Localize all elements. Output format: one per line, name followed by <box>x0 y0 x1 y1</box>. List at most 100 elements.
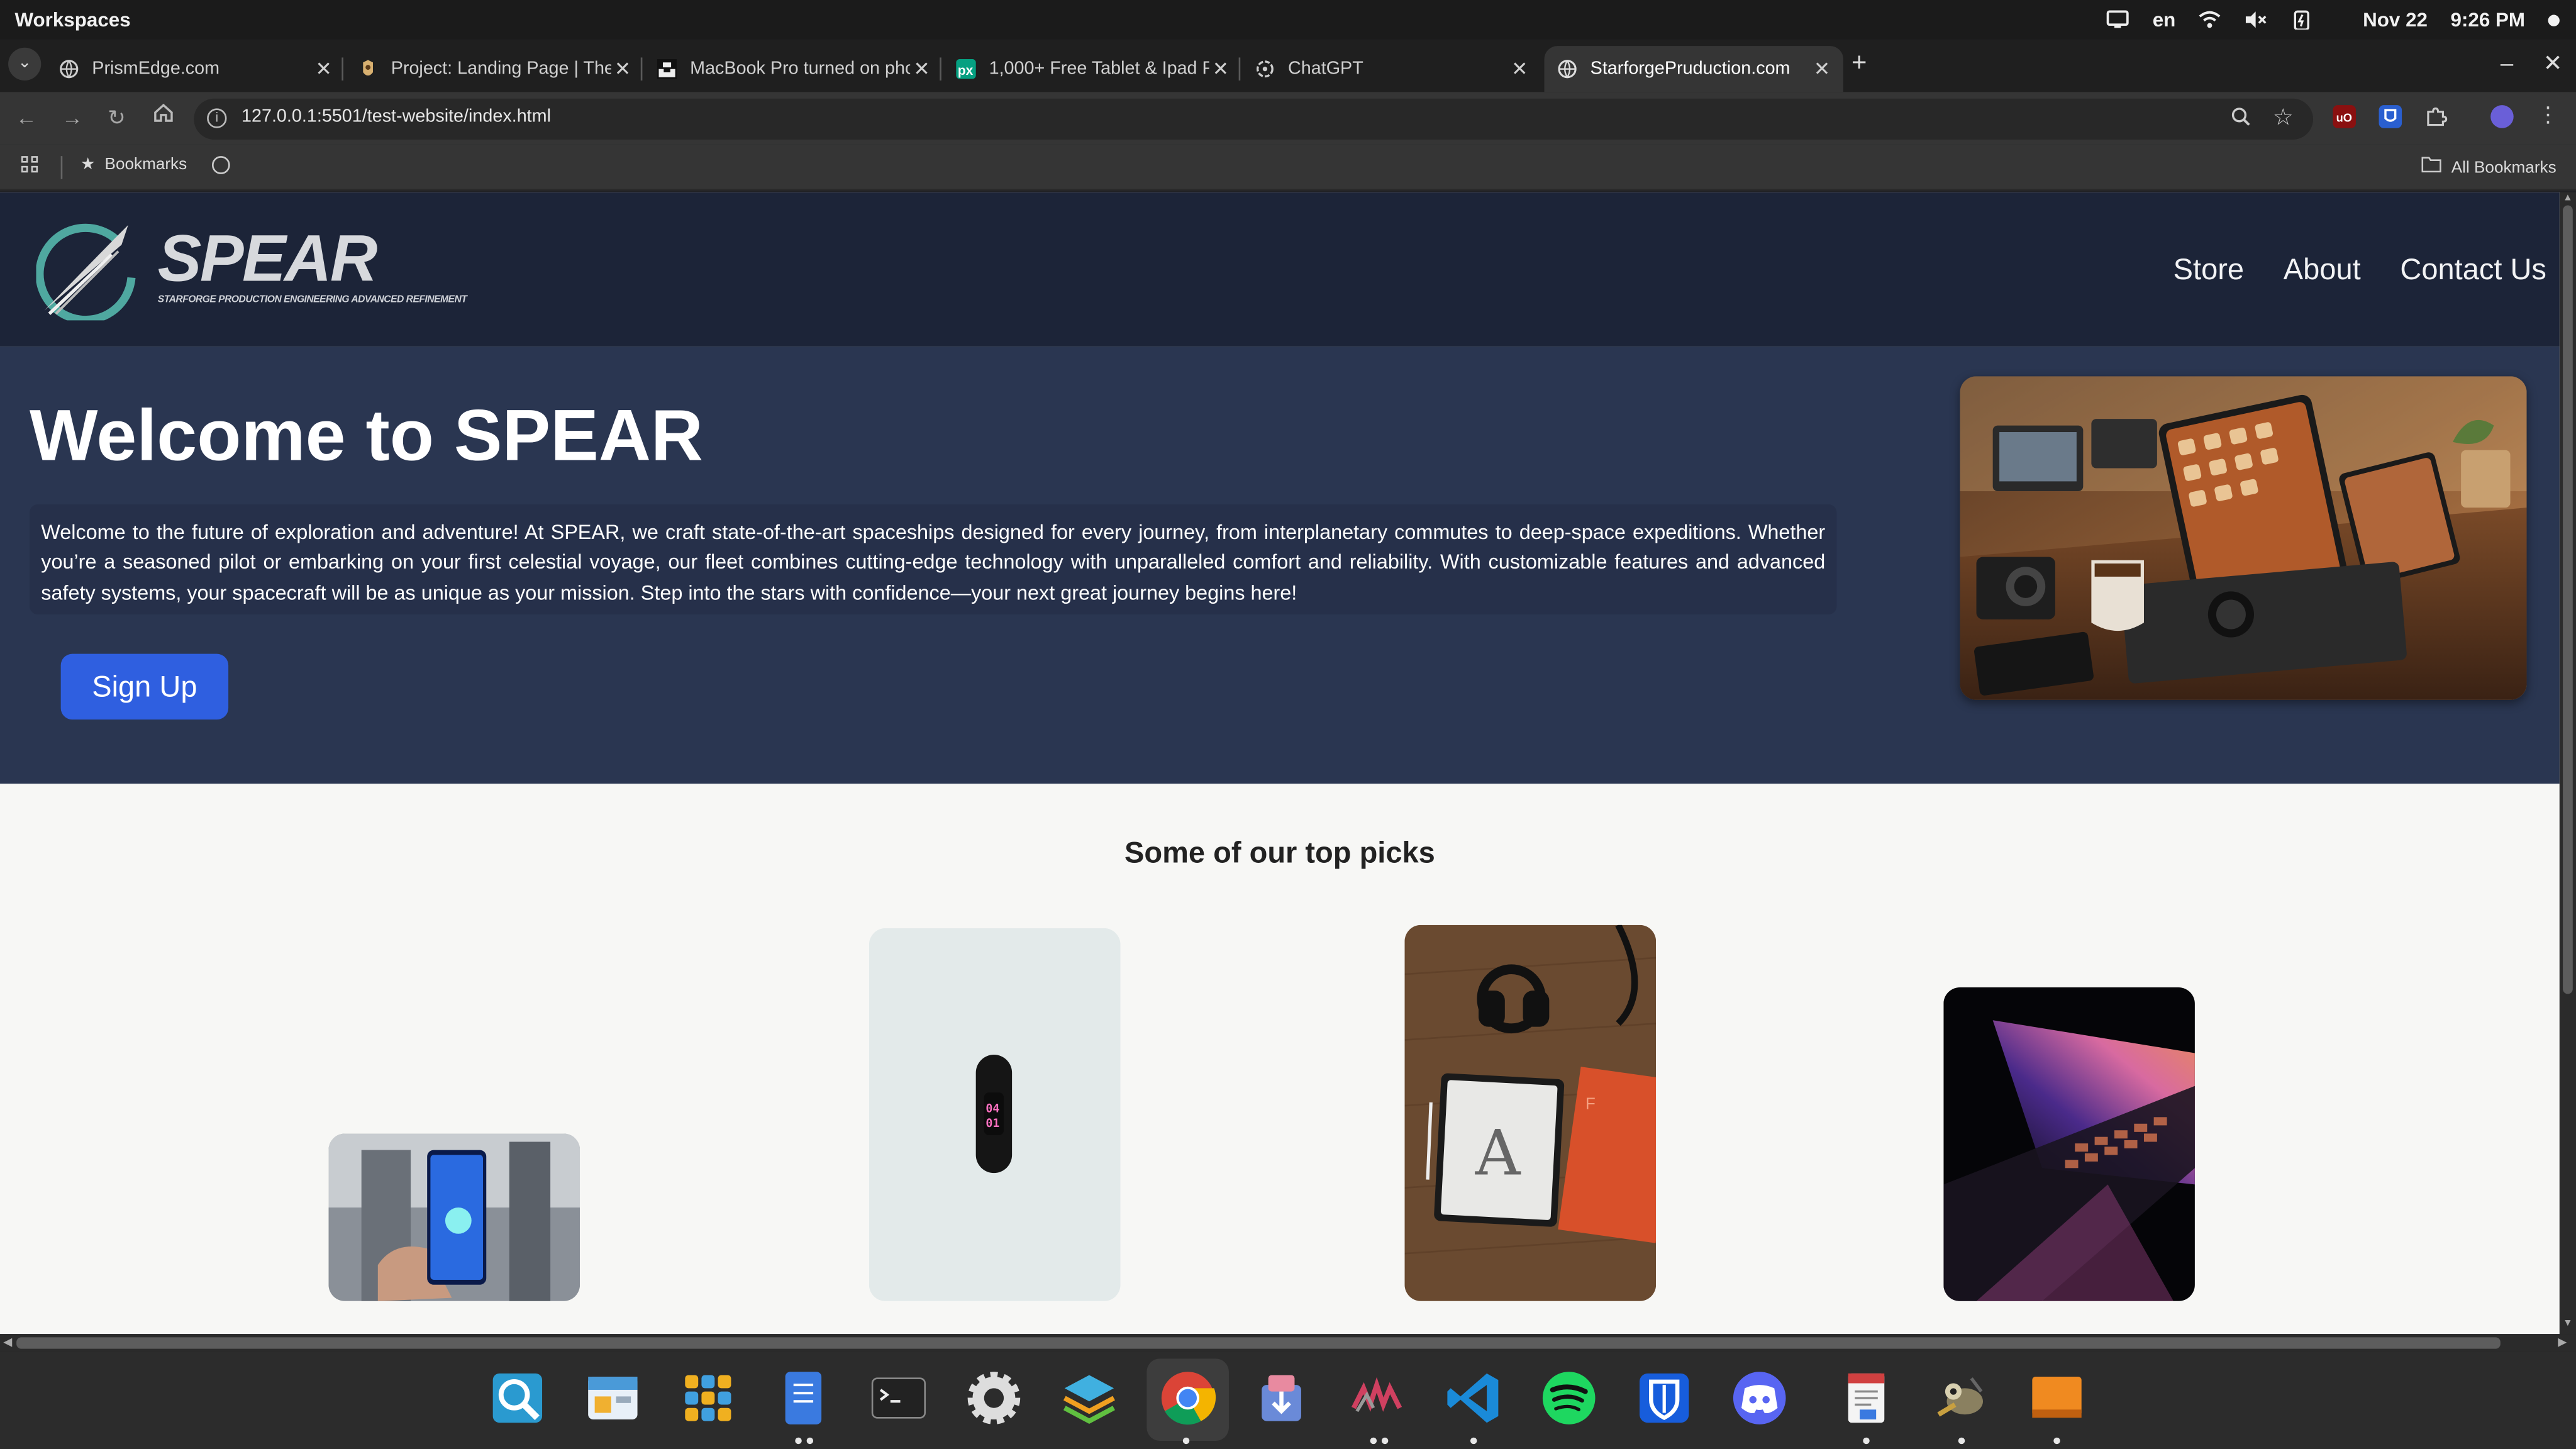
text-editor-icon[interactable] <box>774 1368 833 1428</box>
discord-icon[interactable] <box>1730 1368 1789 1428</box>
pick-card-fitness-band[interactable]: 04 01 <box>869 928 1121 1301</box>
tab-title: ChatGPT <box>1288 59 1363 79</box>
search-app-icon[interactable] <box>488 1368 547 1428</box>
tab-chatgpt[interactable]: ChatGPT ✕ <box>1255 46 1531 92</box>
vertical-scroll-thumb[interactable] <box>2563 205 2573 994</box>
close-tab-icon[interactable]: ✕ <box>1811 57 1834 80</box>
document-viewer-icon[interactable] <box>1836 1368 1896 1428</box>
svg-text:A: A <box>1475 1118 1521 1190</box>
close-tab-icon[interactable]: ✕ <box>312 57 335 80</box>
tab-search-chevron-icon[interactable]: ⌄ <box>8 47 42 80</box>
globe-bookmark-icon[interactable] <box>211 156 230 174</box>
vertical-scrollbar[interactable]: ▲ ▼ <box>2559 192 2576 1335</box>
address-bar-url[interactable]: 127.0.0.1:5501/test-website/index.html <box>242 107 551 126</box>
nav-link-about[interactable]: About <box>2284 253 2361 287</box>
app-grid-icon[interactable] <box>679 1368 738 1428</box>
spotify-icon[interactable] <box>1540 1368 1599 1428</box>
tab-odin-project[interactable]: Project: Landing Page | The ✕ <box>358 46 634 92</box>
tab-prismedge[interactable]: PrismEdge.com ✕ <box>59 46 335 92</box>
bitwarden-icon[interactable] <box>1635 1368 1694 1428</box>
system-tray: en Nov 22 9:26 PM <box>2107 0 2560 40</box>
tab-starforge[interactable]: StarforgePruduction.com ✕ <box>1544 46 1843 92</box>
workspaces-button[interactable]: Workspaces <box>15 8 131 31</box>
layers-app-icon[interactable] <box>1060 1368 1119 1428</box>
files-app-icon[interactable] <box>583 1368 642 1428</box>
scroll-left-arrow-icon[interactable]: ◀ <box>3 1336 12 1348</box>
spear-emblem-icon <box>36 223 136 321</box>
folder-icon <box>2422 157 2446 177</box>
pick-card-laptop[interactable] <box>1943 987 2195 1301</box>
back-arrow-icon[interactable]: ← <box>13 105 40 130</box>
globe-icon <box>1557 59 1577 79</box>
pexels-icon: px <box>956 59 976 79</box>
scroll-up-arrow-icon[interactable]: ▲ <box>2561 194 2574 204</box>
minimize-window-icon[interactable]: – <box>2501 49 2513 75</box>
odin-project-icon <box>358 59 377 79</box>
ublock-extension-icon[interactable]: uO <box>2333 105 2356 128</box>
sign-up-button[interactable]: Sign Up <box>60 653 229 720</box>
clock-date[interactable]: Nov 22 <box>2363 8 2428 31</box>
settings-gear-icon[interactable] <box>964 1368 1023 1428</box>
scroll-down-arrow-icon[interactable]: ▼ <box>2561 1319 2574 1330</box>
clock-time[interactable]: 9:26 PM <box>2451 8 2525 31</box>
tab-title: PrismEdge.com <box>92 59 220 79</box>
pick-card-tablet[interactable]: A F <box>1404 924 1657 1301</box>
bookmarks-divider <box>60 156 63 179</box>
home-icon[interactable] <box>150 102 176 128</box>
apps-grid-icon[interactable] <box>21 156 41 175</box>
close-tab-icon[interactable]: ✕ <box>910 57 933 80</box>
spear-logo[interactable]: SPEAR STARFORGE PRODUCTION ENGINEERING A… <box>36 218 467 321</box>
vscode-icon[interactable] <box>1444 1368 1503 1428</box>
close-window-icon[interactable]: ✕ <box>2543 49 2563 77</box>
volume-muted-icon[interactable] <box>2245 10 2268 30</box>
terminal-icon[interactable] <box>869 1368 928 1428</box>
horizontal-scroll-thumb[interactable] <box>16 1337 2501 1349</box>
zoom-icon[interactable] <box>2231 107 2250 131</box>
reload-icon[interactable]: ↻ <box>104 105 130 131</box>
profile-avatar[interactable] <box>2490 105 2514 128</box>
site-info-icon[interactable]: i <box>207 108 227 128</box>
svg-text:F: F <box>1585 1094 1596 1113</box>
bookmark-star-icon[interactable]: ☆ <box>2273 104 2294 131</box>
battery-charging-icon[interactable] <box>2290 10 2314 31</box>
running-indicator-dot <box>1863 1437 1870 1445</box>
new-tab-plus-icon[interactable]: + <box>1852 49 1867 79</box>
audio-app-icon[interactable] <box>1347 1368 1406 1428</box>
scroll-right-arrow-icon[interactable]: ▶ <box>2558 1336 2567 1348</box>
gimp-icon[interactable] <box>1932 1368 1991 1428</box>
wifi-icon[interactable] <box>2199 10 2222 30</box>
pick-card-phone[interactable] <box>328 1133 580 1301</box>
hero-description: Welcome to the future of exploration and… <box>30 504 1837 614</box>
close-tab-icon[interactable]: ✕ <box>1508 57 1531 80</box>
keyboard-language-indicator[interactable]: en <box>2153 8 2176 31</box>
running-indicator-dot <box>1381 1437 1389 1445</box>
svg-text:04: 04 <box>985 1102 999 1115</box>
close-tab-icon[interactable]: ✕ <box>1209 57 1233 80</box>
running-indicator-dot <box>2053 1437 2060 1445</box>
bookmarks-folder[interactable]: ★ Bookmarks <box>80 156 187 174</box>
screen-share-icon[interactable] <box>2107 10 2130 30</box>
tab-divider <box>940 57 941 80</box>
bitwarden-extension-icon[interactable] <box>2379 105 2402 128</box>
address-bar[interactable]: i 127.0.0.1:5501/test-website/index.html… <box>194 98 2314 140</box>
desktop: Workspaces en Nov 22 9:26 PM ⌄ PrismEdge… <box>0 0 2576 1449</box>
nav-link-store[interactable]: Store <box>2174 253 2244 287</box>
chrome-menu-icon[interactable]: ⋮ <box>2535 102 2562 128</box>
all-bookmarks-button[interactable]: All Bookmarks <box>2422 156 2557 177</box>
extensions-puzzle-icon[interactable] <box>2425 105 2448 128</box>
running-indicator-dot <box>1958 1437 1965 1445</box>
nav-link-contact[interactable]: Contact Us <box>2400 253 2546 287</box>
tab-title: StarforgePruduction.com <box>1590 59 1790 79</box>
horizontal-scrollbar[interactable]: ◀ ▶ <box>0 1334 2576 1352</box>
tab-unsplash[interactable]: MacBook Pro turned on pho ✕ <box>657 46 933 92</box>
forward-arrow-icon[interactable]: → <box>59 105 86 130</box>
close-tab-icon[interactable]: ✕ <box>611 57 635 80</box>
slides-app-icon[interactable] <box>2028 1368 2087 1428</box>
software-installer-icon[interactable] <box>1252 1368 1311 1428</box>
chrome-icon[interactable] <box>1158 1368 1218 1428</box>
tab-pexels[interactable]: px 1,000+ Free Tablet & Ipad Ph ✕ <box>956 46 1232 92</box>
bookmarks-label: Bookmarks <box>104 156 187 174</box>
browser-tab-strip: ⌄ PrismEdge.com ✕ Project: Landing Page … <box>0 39 2576 92</box>
tab-title: MacBook Pro turned on pho <box>690 59 911 79</box>
tab-divider <box>341 57 343 80</box>
